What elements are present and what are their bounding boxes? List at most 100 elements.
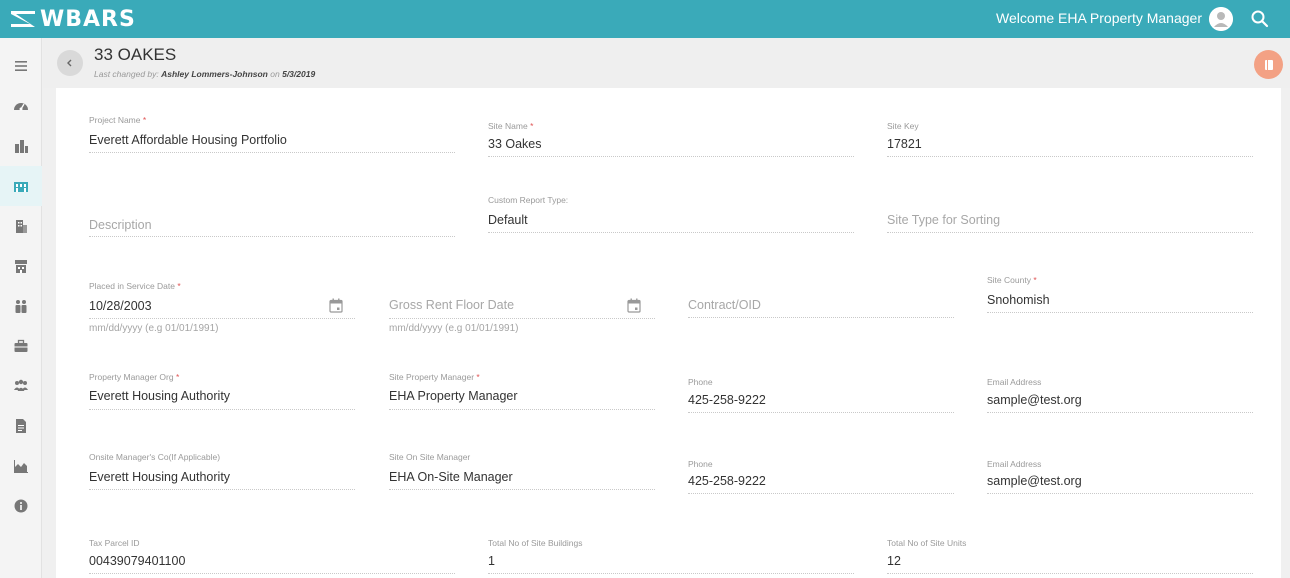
site-property-manager-label: Site Property Manager: [389, 372, 475, 382]
field-underline: [389, 409, 655, 410]
search-button[interactable]: [1249, 8, 1271, 30]
total-site-buildings-field[interactable]: Total No of Site Buildings 1: [488, 538, 854, 576]
site-name-value: 33 Oakes: [488, 137, 542, 151]
phone-value: 425-258-9222: [688, 393, 766, 407]
tax-parcel-id-label: Tax Parcel ID: [89, 538, 140, 548]
field-underline: [887, 156, 1253, 157]
description-field[interactable]: Description: [89, 216, 455, 240]
required-mark: *: [177, 281, 181, 291]
calendar-icon[interactable]: [329, 298, 343, 313]
sidebar-item-sites[interactable]: [0, 166, 42, 206]
page-header: 33 OAKES Last changed by: Ashley Lommers…: [43, 38, 1290, 88]
menu-icon: [15, 61, 27, 71]
welcome-text: Welcome EHA Property Manager: [996, 10, 1202, 26]
site-county-field[interactable]: Site County * Snohomish: [987, 275, 1253, 317]
sidebar-item-info[interactable]: [0, 486, 42, 526]
contract-oid-field[interactable]: Contract/OID: [688, 297, 954, 321]
last-changed-info: Last changed by: Ashley Lommers-Johnson …: [94, 69, 315, 79]
sidebar-item-households[interactable]: [0, 286, 42, 326]
page-title: 33 OAKES: [94, 45, 177, 64]
brand-name: WBARS: [40, 6, 136, 32]
calendar-icon[interactable]: [627, 298, 641, 313]
tax-parcel-id-value: 00439079401100: [89, 554, 186, 568]
building-icon: [16, 220, 27, 233]
field-underline: [688, 317, 954, 318]
sidebar-item-users[interactable]: [0, 366, 42, 406]
group-icon: [14, 379, 28, 391]
date-format-hint: mm/dd/yyyy (e.g 01/01/1991): [389, 323, 519, 334]
placed-in-service-value: 10/28/2003: [89, 299, 152, 313]
gross-rent-floor-placeholder: Gross Rent Floor Date: [389, 298, 515, 312]
required-mark: *: [530, 121, 534, 131]
sidebar-item-organizations[interactable]: [0, 326, 42, 366]
site-type-sorting-field[interactable]: Site Type for Sorting: [887, 212, 1253, 236]
placed-in-service-label: Placed in Service Date: [89, 281, 175, 291]
sidebar-item-projects[interactable]: [0, 126, 42, 166]
property-manager-org-label: Property Manager Org: [89, 372, 174, 382]
property-manager-org-value: Everett Housing Authority: [89, 389, 231, 403]
field-underline: [987, 493, 1253, 494]
onsite-managers-co-value: Everett Housing Authority: [89, 470, 231, 484]
documents-button[interactable]: [1254, 50, 1283, 79]
property-manager-org-field[interactable]: Property Manager Org * Everett Housing A…: [89, 372, 355, 414]
document-icon: [16, 419, 26, 433]
buildings-icon: [15, 140, 28, 153]
custom-report-type-select[interactable]: Custom Report Type: Default: [488, 195, 854, 237]
email-label: Email Address: [987, 459, 1042, 469]
phone-value: 425-258-9222: [688, 474, 766, 488]
field-underline: [488, 156, 854, 157]
sidebar-item-dashboard[interactable]: [0, 86, 42, 126]
tax-parcel-id-field[interactable]: Tax Parcel ID 00439079401100: [89, 538, 455, 576]
email-field[interactable]: Email Address sample@test.org: [987, 459, 1253, 501]
info-icon: [14, 499, 28, 513]
app-logo[interactable]: WBARS: [10, 5, 136, 33]
site-key-label: Site Key: [887, 121, 919, 131]
date-format-hint: mm/dd/yyyy (e.g 01/01/1991): [89, 323, 219, 334]
email-label: Email Address: [987, 377, 1042, 387]
sidebar-item-units[interactable]: [0, 246, 42, 286]
book-icon: [1264, 59, 1273, 70]
gross-rent-floor-date-field[interactable]: Gross Rent Floor Date mm/dd/yyyy (e.g 01…: [389, 297, 655, 341]
contract-oid-placeholder: Contract/OID: [688, 298, 761, 312]
menu-toggle[interactable]: [0, 46, 42, 86]
field-underline: [89, 489, 355, 490]
back-button[interactable]: [57, 50, 83, 76]
dashboard-icon: [14, 103, 28, 111]
email-field[interactable]: Email Address sample@test.org: [987, 377, 1253, 419]
people-icon: [15, 300, 27, 313]
sidebar-item-analytics[interactable]: [0, 446, 42, 486]
field-underline: [389, 318, 655, 319]
sidebar-item-buildings[interactable]: [0, 206, 42, 246]
site-name-field[interactable]: Site Name * 33 Oakes: [488, 119, 854, 161]
site-key-field[interactable]: Site Key 17821: [887, 119, 1253, 161]
phone-field[interactable]: Phone 425-258-9222: [688, 459, 954, 501]
required-mark: *: [142, 115, 147, 125]
total-site-buildings-label: Total No of Site Buildings: [488, 538, 583, 548]
onsite-managers-co-label: Onsite Manager's Co(If Applicable): [89, 452, 221, 462]
last-changed-user: Ashley Lommers-Johnson: [161, 69, 268, 79]
sidebar-item-reports[interactable]: [0, 406, 42, 446]
sidebar: [0, 38, 42, 578]
site-onsite-manager-field[interactable]: Site On Site Manager EHA On-Site Manager: [389, 452, 655, 494]
site-onsite-manager-label: Site On Site Manager: [389, 452, 471, 462]
total-site-units-field[interactable]: Total No of Site Units 12: [887, 538, 1253, 576]
site-county-label: Site County: [987, 275, 1031, 285]
site-icon: [14, 182, 28, 192]
required-mark: *: [175, 372, 180, 382]
required-mark: *: [476, 372, 480, 382]
user-avatar[interactable]: [1209, 7, 1233, 31]
required-mark: *: [1033, 275, 1037, 285]
site-details-form: Project Name * Everett Affordable Housin…: [56, 88, 1281, 578]
site-county-value: Snohomish: [987, 293, 1050, 307]
phone-field[interactable]: Phone 425-258-9222: [688, 377, 954, 419]
project-name-field[interactable]: Project Name * Everett Affordable Housin…: [89, 113, 455, 155]
onsite-managers-co-field[interactable]: Onsite Manager's Co(If Applicable) Evere…: [89, 452, 355, 494]
field-underline: [488, 232, 854, 233]
project-name-value: Everett Affordable Housing Portfolio: [89, 133, 287, 147]
field-underline: [887, 232, 1253, 233]
placed-in-service-date-field[interactable]: Placed in Service Date * 10/28/2003 mm/d…: [89, 281, 355, 341]
field-underline: [488, 573, 854, 574]
site-property-manager-field[interactable]: Site Property Manager * EHA Property Man…: [389, 372, 655, 414]
last-changed-on: on: [270, 69, 280, 79]
field-underline: [688, 493, 954, 494]
